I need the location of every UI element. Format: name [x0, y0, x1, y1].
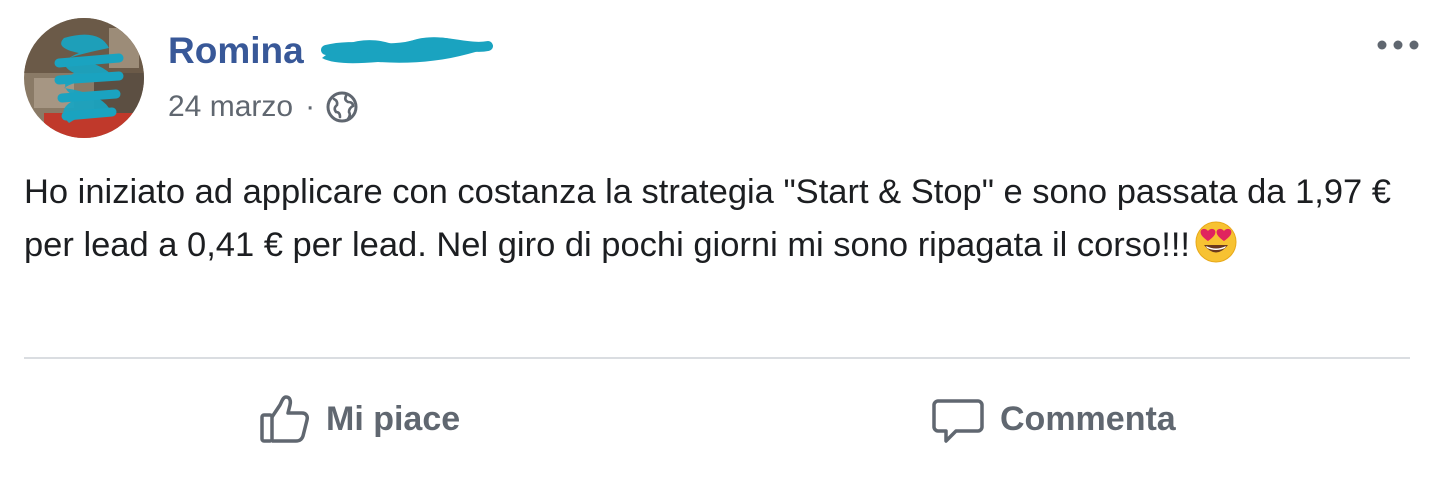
more-options-icon[interactable] — [1374, 30, 1422, 60]
avatar[interactable] — [24, 18, 144, 138]
comment-bubble-icon — [932, 399, 984, 443]
globe-icon[interactable] — [325, 90, 359, 124]
post-body: Ho iniziato ad applicare con costanza la… — [24, 166, 1404, 272]
action-divider — [24, 357, 1410, 359]
avatar-image — [24, 18, 144, 138]
like-button[interactable]: Mi piace — [256, 385, 460, 453]
thumbs-up-icon — [260, 395, 309, 443]
comment-label: Commenta — [1000, 399, 1176, 438]
redaction-scribble — [321, 37, 493, 64]
smiling-face-with-heart-eyes-icon — [1195, 221, 1237, 263]
post-text: Ho iniziato ad applicare con costanza la… — [24, 173, 1391, 264]
facebook-post: Romina 24 marzo · Ho iniziato ad applica… — [0, 0, 1444, 492]
author-name[interactable]: Romina — [168, 26, 304, 76]
post-meta: 24 marzo · — [168, 84, 359, 130]
comment-button[interactable]: Commenta — [930, 385, 1176, 453]
meta-separator: · — [305, 90, 316, 123]
like-label: Mi piace — [326, 399, 461, 438]
post-timestamp[interactable]: 24 marzo — [168, 90, 293, 124]
